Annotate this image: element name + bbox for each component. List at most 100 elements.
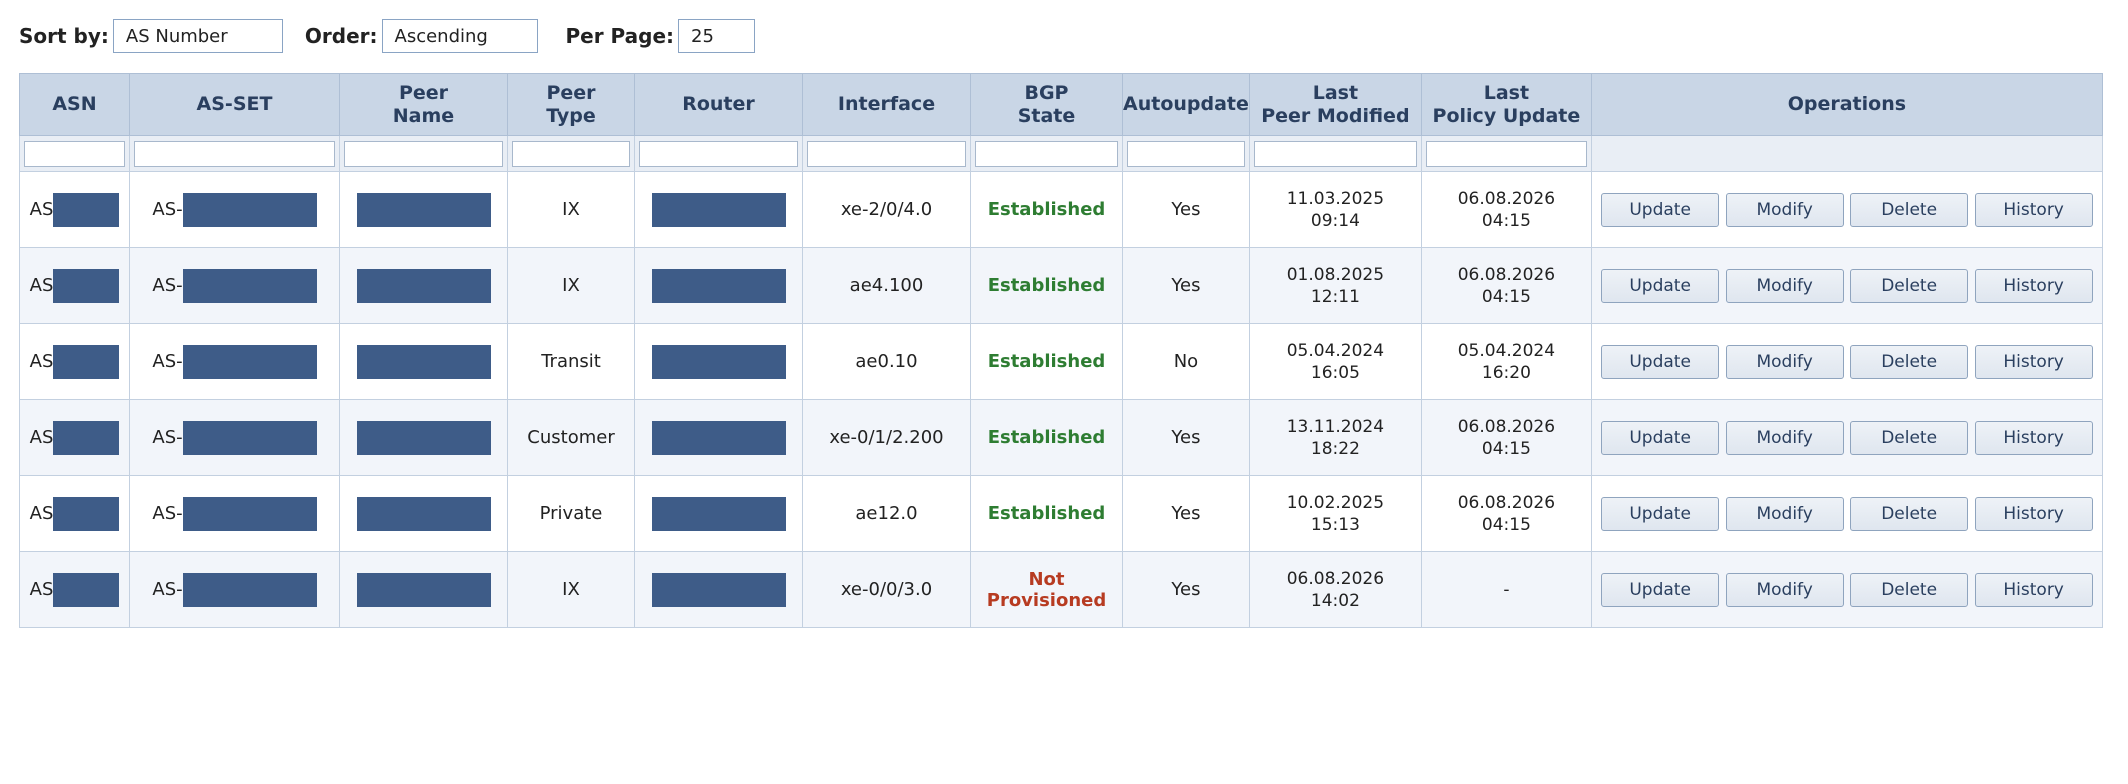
order-label: Order: [304,24,378,48]
update-button[interactable]: Update [1601,192,1720,227]
col-autoupdate[interactable]: Autoupdate [1122,73,1250,136]
delete-button[interactable]: Delete [1850,192,1969,227]
col-peer-type[interactable]: Peer Type [507,73,635,136]
filter-interface-input[interactable] [807,140,966,167]
asset-prefix: AS- [152,427,183,448]
history-button[interactable]: History [1974,420,2093,455]
interface-cell: xe-0/1/2.200 [802,399,971,476]
peer-type-cell: IX [507,551,635,628]
router-redacted [651,420,786,455]
history-button[interactable]: History [1974,192,2093,227]
history-button[interactable]: History [1974,496,2093,531]
order-select[interactable]: Ascending [381,19,538,53]
router-redacted [651,496,786,531]
filter-bgp-state-input[interactable] [975,140,1118,167]
filter-last-peer-modified-input[interactable] [1253,140,1417,167]
asset-prefix: AS- [152,199,183,220]
asn-prefix: AS [29,503,54,524]
autoupdate-cell: No [1122,323,1250,400]
filter-operations-empty [1590,135,2103,172]
last-peer-modified-cell: 10.02.2025 15:13 [1248,475,1422,552]
autoupdate-cell: Yes [1122,551,1250,628]
asn-redacted [53,496,120,531]
col-bgp-state[interactable]: BGP State [970,73,1123,136]
last-peer-modified-cell: 01.08.2025 12:11 [1248,247,1422,324]
modify-button[interactable]: Modify [1725,420,1844,455]
update-button[interactable]: Update [1601,344,1720,379]
peer-name-redacted [356,344,491,379]
modify-button[interactable]: Modify [1725,344,1844,379]
list-controls: Sort by: AS Number Order: Ascending Per … [19,18,756,54]
peer-type-cell: Private [507,475,635,552]
asn-redacted [53,572,120,607]
col-asset[interactable]: AS-SET [129,73,340,136]
col-last-peer-modified[interactable]: Last Peer Modified [1248,73,1422,136]
filter-peer-type-input[interactable] [512,140,630,167]
operations-group: Update Modify Delete History [1592,572,2102,607]
history-button[interactable]: History [1974,344,2093,379]
update-button[interactable]: Update [1601,268,1720,303]
autoupdate-cell: Yes [1122,475,1250,552]
filter-last-policy-update-input[interactable] [1425,140,1587,167]
interface-cell: ae0.10 [802,323,971,400]
asset-prefix: AS- [152,579,183,600]
peer-type-cell: IX [507,247,635,324]
operations-group: Update Modify Delete History [1592,192,2102,227]
delete-button[interactable]: Delete [1850,496,1969,531]
bgp-state-cell: Established [970,399,1123,476]
table-row: AS AS- Private ae12.0 Established Yes 10… [19,475,2103,552]
asset-prefix: AS- [152,275,183,296]
last-policy-update-cell: 06.08.2026 04:15 [1420,475,1592,552]
filter-asn-input[interactable] [24,140,125,167]
filter-router-input[interactable] [639,140,798,167]
update-button[interactable]: Update [1601,420,1720,455]
peer-type-cell: Transit [507,323,635,400]
sort-by-select[interactable]: AS Number [112,19,283,53]
last-peer-modified-cell: 13.11.2024 18:22 [1248,399,1422,476]
delete-button[interactable]: Delete [1850,572,1969,607]
asset-redacted [182,192,317,227]
delete-button[interactable]: Delete [1850,344,1969,379]
asset-redacted [182,572,317,607]
col-last-policy-update[interactable]: Last Policy Update [1420,73,1592,136]
delete-button[interactable]: Delete [1850,420,1969,455]
per-page-select[interactable]: 25 [678,19,756,53]
last-policy-update-cell: 06.08.2026 04:15 [1420,247,1592,324]
filter-peer-name-input[interactable] [344,140,503,167]
table-row: AS AS- Customer xe-0/1/2.200 Established… [19,399,2103,476]
operations-group: Update Modify Delete History [1592,344,2102,379]
modify-button[interactable]: Modify [1725,192,1844,227]
update-button[interactable]: Update [1601,496,1720,531]
asset-redacted [182,344,317,379]
interface-cell: xe-2/0/4.0 [802,171,971,248]
asset-prefix: AS- [152,503,183,524]
filter-autoupdate-input[interactable] [1127,140,1245,167]
filter-row [19,135,2103,172]
col-operations: Operations [1590,73,2103,136]
asset-prefix: AS- [152,351,183,372]
modify-button[interactable]: Modify [1725,496,1844,531]
col-interface[interactable]: Interface [802,73,971,136]
filter-asset-input[interactable] [134,140,335,167]
table-header-row: ASN AS-SET Peer Name Peer Type Router Inte… [19,73,2103,136]
history-button[interactable]: History [1974,572,2093,607]
history-button[interactable]: History [1974,268,2093,303]
operations-group: Update Modify Delete History [1592,496,2102,531]
delete-button[interactable]: Delete [1850,268,1969,303]
modify-button[interactable]: Modify [1725,572,1844,607]
modify-button[interactable]: Modify [1725,268,1844,303]
col-router[interactable]: Router [634,73,803,136]
peer-type-cell: IX [507,171,635,248]
operations-group: Update Modify Delete History [1592,268,2102,303]
last-peer-modified-cell: 06.08.2026 14:02 [1248,551,1422,628]
peer-name-redacted [356,572,491,607]
update-button[interactable]: Update [1601,572,1720,607]
asset-redacted [182,420,317,455]
table-row: AS AS- IX xe-2/0/4.0 Established Yes 11.… [19,171,2103,248]
peer-name-redacted [356,268,491,303]
col-peer-name[interactable]: Peer Name [339,73,508,136]
col-asn[interactable]: ASN [19,73,130,136]
peer-name-redacted [356,496,491,531]
operations-group: Update Modify Delete History [1592,420,2102,455]
interface-cell: ae12.0 [802,475,971,552]
